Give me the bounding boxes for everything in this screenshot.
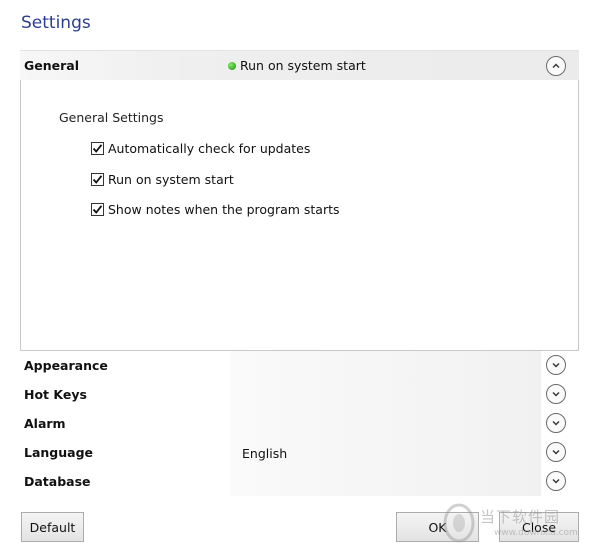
section-label-database: Database [24, 474, 91, 489]
default-button[interactable]: Default [21, 512, 84, 542]
checkmark-icon [92, 205, 103, 214]
language-value: English [242, 446, 288, 461]
option-auto-update[interactable]: Automatically check for updates [91, 141, 310, 156]
general-status-text: Run on system start [240, 58, 366, 73]
option-show-notes[interactable]: Show notes when the program starts [91, 202, 340, 217]
chevron-down-icon [552, 392, 560, 397]
status-dot-icon [228, 61, 236, 70]
collapse-general-button[interactable] [546, 55, 566, 76]
section-header-general[interactable]: General Run on system start [20, 50, 579, 80]
section-header-appearance[interactable]: Appearance [20, 351, 579, 380]
general-settings-group-title: General Settings [59, 110, 164, 125]
chevron-down-icon [552, 450, 560, 455]
close-button[interactable]: Close [499, 512, 579, 542]
section-label-language: Language [24, 445, 94, 460]
run-on-start-label: Run on system start [108, 172, 234, 187]
section-header-hotkeys[interactable]: Hot Keys [20, 380, 579, 409]
option-run-on-start[interactable]: Run on system start [91, 172, 234, 187]
expand-database-button[interactable] [546, 471, 566, 491]
section-header-alarm[interactable]: Alarm [20, 409, 579, 438]
general-settings-panel: General Settings Automatically check for… [20, 80, 579, 351]
chevron-up-icon [552, 63, 560, 68]
section-label-alarm: Alarm [24, 416, 66, 431]
window-title: Settings [21, 13, 91, 33]
chevron-down-icon [552, 421, 560, 426]
run-on-start-checkbox[interactable] [91, 173, 104, 186]
section-label-hotkeys: Hot Keys [24, 387, 87, 402]
section-label-general: General [24, 58, 79, 73]
chevron-down-icon [552, 363, 560, 368]
chevron-down-icon [552, 479, 560, 484]
expand-alarm-button[interactable] [546, 413, 566, 433]
section-header-language[interactable]: Language English [20, 438, 579, 467]
expand-appearance-button[interactable] [546, 355, 566, 375]
checkmark-icon [92, 144, 103, 153]
section-header-database[interactable]: Database [20, 467, 579, 496]
general-status: Run on system start [228, 58, 366, 73]
show-notes-label: Show notes when the program starts [108, 202, 340, 217]
auto-update-label: Automatically check for updates [108, 141, 311, 156]
expand-hotkeys-button[interactable] [546, 384, 566, 404]
show-notes-checkbox[interactable] [91, 203, 104, 216]
ok-button[interactable]: OK [396, 512, 479, 542]
auto-update-checkbox[interactable] [91, 142, 104, 155]
checkmark-icon [92, 175, 103, 184]
section-label-appearance: Appearance [24, 358, 108, 373]
expand-language-button[interactable] [546, 442, 566, 462]
